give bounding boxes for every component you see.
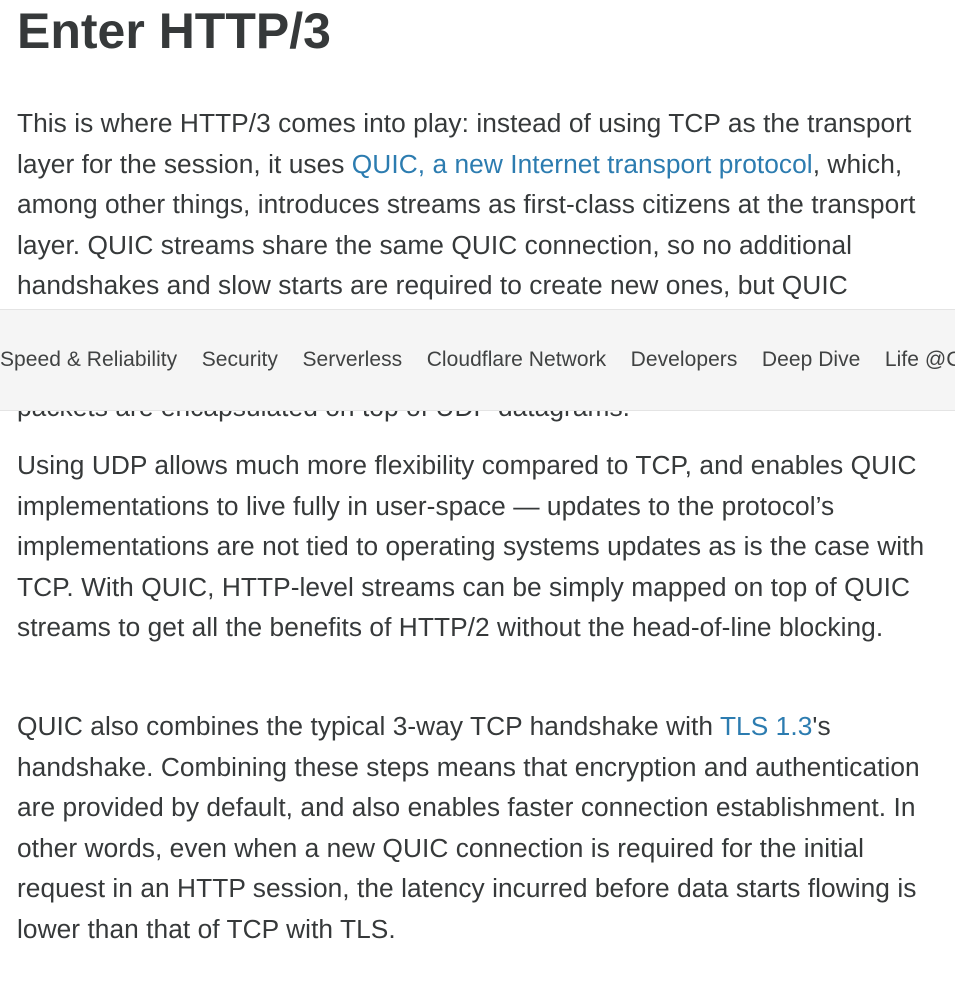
- paragraph-udp-flexibility: Using UDP allows much more flexibility c…: [17, 450, 925, 642]
- paragraph-text: 's handshake. Combining these steps mean…: [17, 711, 920, 944]
- nav-item-deep-dive[interactable]: Deep Dive: [762, 348, 861, 372]
- tls-1-3-link[interactable]: TLS 1.3: [720, 711, 812, 741]
- nav-item-cloudflare-network[interactable]: Cloudflare Network: [427, 348, 606, 372]
- category-nav-list: Speed & Reliability Security Serverless …: [0, 310, 955, 410]
- nav-item-security[interactable]: Security: [202, 348, 278, 372]
- nav-item-speed-reliability[interactable]: Speed & Reliability: [0, 348, 177, 372]
- category-nav-bar: Speed & Reliability Security Serverless …: [0, 309, 955, 411]
- nav-item-developers[interactable]: Developers: [631, 348, 738, 372]
- nav-item-serverless[interactable]: Serverless: [302, 348, 402, 372]
- nav-item-life-at-cloudflare[interactable]: Life @Cloudflare: [885, 348, 955, 372]
- section-heading: Enter HTTP/3: [17, 3, 331, 59]
- paragraph-quic-handshake: QUIC also combines the typical 3-way TCP…: [17, 706, 942, 949]
- paragraph-text: QUIC also combines the typical 3-way TCP…: [17, 711, 720, 741]
- quic-protocol-link[interactable]: QUIC, a new Internet transport protocol: [352, 149, 813, 179]
